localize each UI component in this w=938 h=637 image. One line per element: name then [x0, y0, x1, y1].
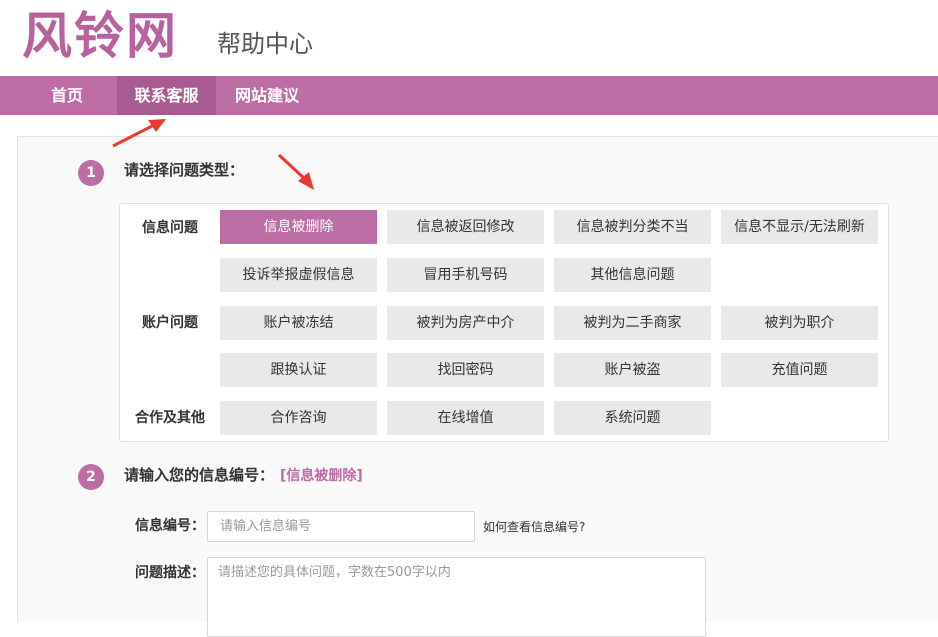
description-textarea[interactable]: 请描述您的具体问题，字数在500字以内: [207, 557, 706, 637]
option-recharge[interactable]: 充值问题: [721, 353, 878, 387]
option-phone-misuse[interactable]: 冒用手机号码: [387, 258, 544, 292]
nav-item-site-suggestion[interactable]: 网站建议: [222, 76, 312, 115]
option-report-fake[interactable]: 投诉举报虚假信息: [220, 258, 377, 292]
category-other-label: 合作及其他: [135, 410, 205, 426]
option-value-added[interactable]: 在线增值: [387, 401, 544, 435]
help-form-panel: 1 请选择问题类型： 信息问题 账户问题 合作及其他 信息被删除 信息被返回修改…: [17, 136, 938, 637]
step-2-badge: 2: [78, 464, 104, 490]
option-info-returned[interactable]: 信息被返回修改: [387, 210, 544, 244]
option-recover-password[interactable]: 找回密码: [387, 353, 544, 387]
step-1-badge: 1: [78, 160, 104, 186]
info-id-input[interactable]: 请输入信息编号: [207, 511, 475, 542]
option-other-info[interactable]: 其他信息问题: [554, 258, 711, 292]
info-id-label: 信息编号：: [135, 518, 205, 534]
option-system-issue[interactable]: 系统问题: [554, 401, 711, 435]
option-account-stolen[interactable]: 账户被盗: [554, 353, 711, 387]
option-account-frozen[interactable]: 账户被冻结: [220, 306, 377, 340]
option-real-estate-agent[interactable]: 被判为房产中介: [387, 306, 544, 340]
how-to-find-info-id-link[interactable]: 如何查看信息编号?: [483, 519, 585, 535]
page-header: 风铃网 帮助中心: [0, 0, 938, 76]
option-change-verification[interactable]: 跟换认证: [220, 353, 377, 387]
option-wrong-category[interactable]: 信息被判分类不当: [554, 210, 711, 244]
site-logo[interactable]: 风铃网: [22, 4, 178, 68]
option-cooperation[interactable]: 合作咨询: [220, 401, 377, 435]
main-nav: 首页 联系客服 网站建议: [0, 76, 938, 115]
nav-item-home[interactable]: 首页: [34, 76, 100, 115]
option-info-deleted[interactable]: 信息被删除: [220, 210, 377, 244]
step-1-title: 请选择问题类型：: [124, 161, 245, 179]
nav-item-contact-service[interactable]: 联系客服: [117, 76, 216, 115]
option-not-displayed[interactable]: 信息不显示/无法刷新: [721, 210, 878, 244]
category-info-label: 信息问题: [142, 220, 198, 236]
page-title: 帮助中心: [217, 30, 313, 58]
selected-type-tag: [信息被删除]: [280, 468, 363, 484]
category-account-label: 账户问题: [142, 315, 198, 331]
step-2-title-text: 请输入您的信息编号：: [124, 466, 275, 484]
description-label: 问题描述：: [135, 565, 205, 581]
option-job-agent[interactable]: 被判为职介: [721, 306, 878, 340]
step-2-title: 请输入您的信息编号： [信息被删除]: [124, 464, 363, 487]
option-used-goods-dealer[interactable]: 被判为二手商家: [554, 306, 711, 340]
problem-type-box: 信息问题 账户问题 合作及其他 信息被删除 信息被返回修改 信息被判分类不当 信…: [119, 203, 889, 442]
